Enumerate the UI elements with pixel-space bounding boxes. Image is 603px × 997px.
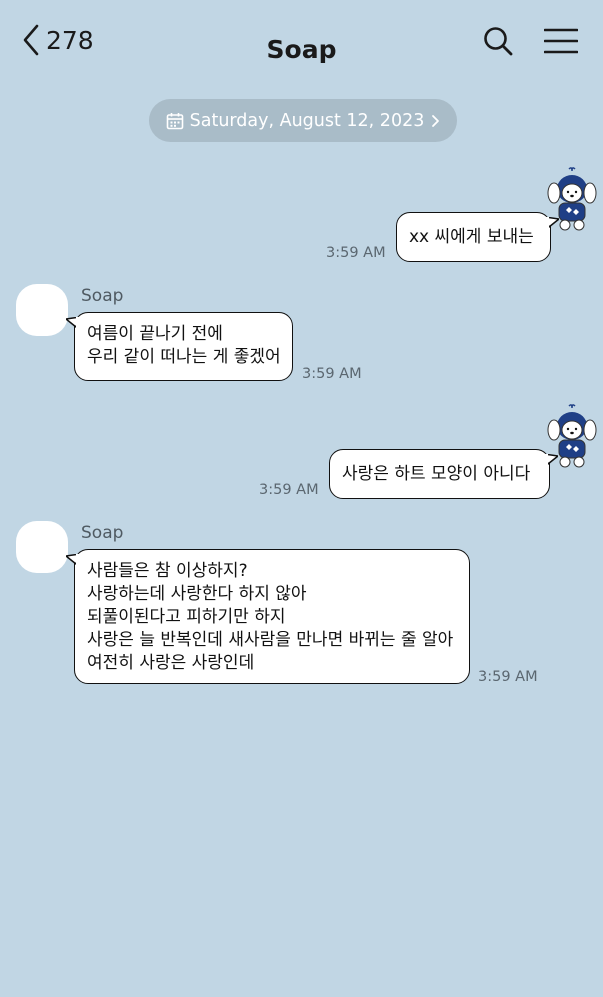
message-line: 우리 같이 떠나는 게 좋겠어 [87,347,281,367]
message-bubble-received[interactable]: 사람들은 참 이상하지? 사랑하는데 사랑한다 하지 않아 되풀이된다고 피하기… [66,549,470,684]
message-line: 여름이 끝나기 전에 [87,324,223,344]
avatar[interactable] [16,284,68,336]
message-text: xx 씨에게 보내는 [409,226,534,247]
calendar-icon [166,112,183,129]
chevron-right-icon [432,114,440,127]
message-time: 3:59 AM [259,482,319,498]
chat-header: 278 Soap [0,0,603,90]
message-bubble-sent[interactable]: 사랑은 하트 모양이 아니다 [329,449,558,499]
sender-name: Soap [81,286,124,306]
message-bubble-sent[interactable]: xx 씨에게 보내는 [396,212,559,262]
search-icon [484,27,513,56]
message-time: 3:59 AM [326,245,386,261]
message-time: 3:59 AM [302,366,362,382]
message-line: 사랑하는데 사랑한다 하지 않아 [87,584,307,604]
message-text: 사랑은 하트 모양이 아니다 [342,463,531,484]
message-line: 사람들은 참 이상하지? [87,561,248,581]
message-line: 사랑은 늘 반복인데 새사람을 만나면 바뀌는 줄 알아 [87,630,454,650]
message-line: 되풀이된다고 피하기만 하지 [87,607,286,627]
menu-button[interactable] [543,28,579,58]
message-time: 3:59 AM [478,669,538,685]
hamburger-menu-icon [543,28,579,54]
message-bubble-received[interactable]: 여름이 끝나기 전에 우리 같이 떠나는 게 좋겠어 [66,312,293,381]
avatar[interactable] [16,521,68,573]
search-button[interactable] [483,26,513,60]
date-divider[interactable]: Saturday, August 12, 2023 [149,99,457,142]
sender-name: Soap [81,523,124,543]
message-line: 여전히 사랑은 사랑인데 [87,653,255,673]
date-label: Saturday, August 12, 2023 [189,110,425,131]
